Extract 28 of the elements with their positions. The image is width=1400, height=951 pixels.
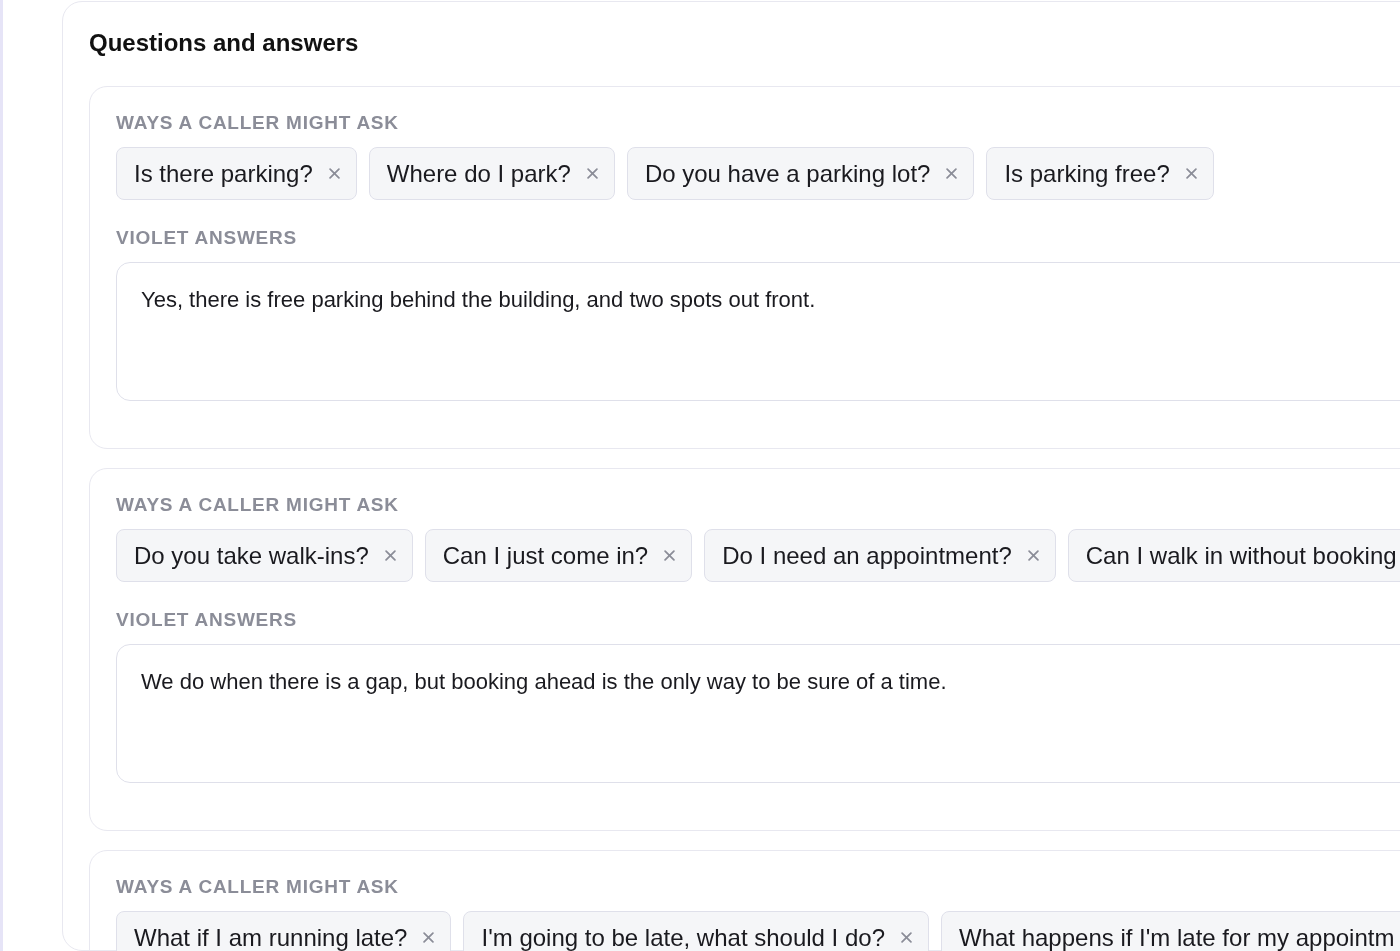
close-icon[interactable] <box>664 550 676 561</box>
close-icon[interactable] <box>384 550 396 561</box>
phrase-text: Where do I park? <box>386 158 571 189</box>
field-label: WAYS A CALLER MIGHT ASK <box>116 112 399 134</box>
answer-field[interactable]: Yes, there is free parking behind the building, and two spots out front. <box>116 262 1400 401</box>
close-icon[interactable] <box>423 932 435 943</box>
phrase-text: Do I need an appointment? <box>722 540 1012 571</box>
field-label: WAYS A CALLER MIGHT ASK <box>116 494 399 516</box>
phrase-text: I'm going to be late, what should I do? <box>481 922 885 951</box>
phrase-text: Is parking free? <box>1004 158 1170 189</box>
section-title: Questions and answers <box>89 28 359 58</box>
close-icon[interactable] <box>901 932 912 943</box>
phrase-text: What happens if I'm late for my appointm <box>959 922 1395 951</box>
close-icon[interactable] <box>1027 550 1039 561</box>
phrase-text: Can I just come in? <box>442 540 649 571</box>
close-icon[interactable] <box>328 168 340 179</box>
phrase-text: Can I walk in without booking <box>1085 540 1397 571</box>
close-icon[interactable] <box>586 168 598 179</box>
close-icon[interactable] <box>946 168 958 179</box>
phrase-text: What if I am running late? <box>134 922 408 951</box>
field-label: VIOLET ANSWERS <box>116 609 297 631</box>
close-icon[interactable] <box>1185 168 1197 179</box>
phrase-text: Is there parking? <box>134 158 313 189</box>
phrase-text: Do you take walk-ins? <box>134 540 369 571</box>
field-label: VIOLET ANSWERS <box>116 227 297 249</box>
field-label: WAYS A CALLER MIGHT ASK <box>116 876 399 898</box>
answer-field[interactable]: We do when there is a gap, but booking ahead is the only way to be sure of a time. <box>116 644 1400 783</box>
phrase-text: Do you have a parking lot? <box>644 158 931 189</box>
